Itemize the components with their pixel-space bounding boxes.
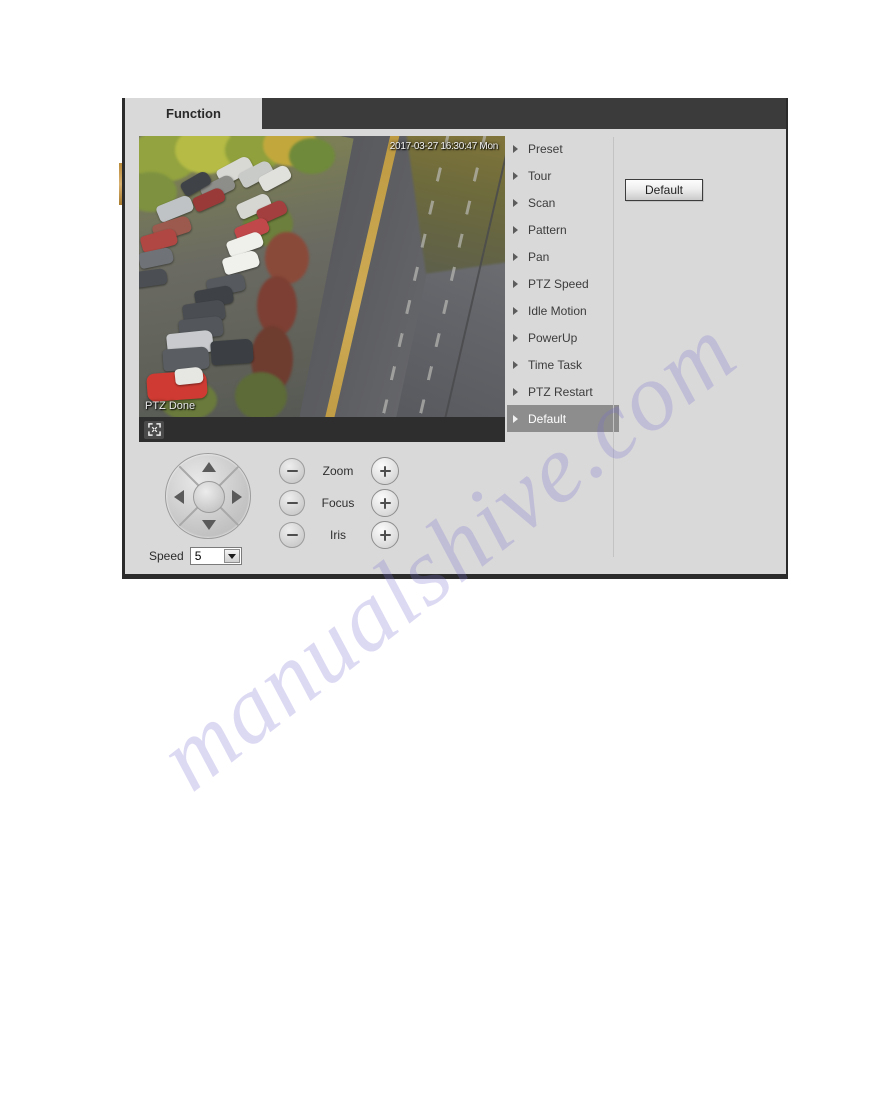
ptz-left-arrow-icon[interactable] (174, 490, 184, 504)
focus-label: Focus (321, 496, 355, 510)
vertical-divider (613, 137, 614, 557)
menu-item-ptz-speed[interactable]: PTZ Speed (507, 270, 613, 297)
fullscreen-icon[interactable] (144, 420, 164, 439)
menu-item-scan[interactable]: Scan (507, 189, 613, 216)
ptz-control-zone: Speed 5 Zoom Focus Iris (139, 451, 559, 565)
menu-item-tour[interactable]: Tour (507, 162, 613, 189)
menu-item-label: Scan (528, 195, 556, 210)
zoom-minus-button[interactable] (279, 458, 305, 484)
chevron-right-icon (513, 333, 518, 342)
menu-item-preset[interactable]: Preset (507, 135, 613, 162)
chevron-right-icon (513, 387, 518, 396)
video-preview[interactable]: 2017-03-27 16:30:47 Mon PTZ Done (139, 136, 505, 417)
menu-item-label: Time Task (528, 357, 583, 372)
video-scene: 2017-03-27 16:30:47 Mon PTZ Done (139, 136, 505, 417)
function-menu: Preset Tour Scan Pattern Pan PTZ Speed I… (507, 135, 619, 432)
menu-item-ptz-restart[interactable]: PTZ Restart (507, 378, 613, 405)
chevron-right-icon (513, 414, 518, 423)
menu-item-powerup[interactable]: PowerUp (507, 324, 613, 351)
video-timestamp: 2017-03-27 16:30:47 Mon (389, 141, 499, 152)
chevron-right-icon (513, 225, 518, 234)
menu-item-label: Tour (528, 168, 552, 183)
ptz-right-arrow-icon[interactable] (232, 490, 242, 504)
menu-item-time-task[interactable]: Time Task (507, 351, 613, 378)
menu-item-label: PTZ Speed (528, 276, 589, 291)
zoom-row: Zoom (279, 455, 399, 487)
focus-row: Focus (279, 487, 399, 519)
chevron-right-icon (513, 252, 518, 261)
speed-control: Speed 5 (149, 547, 242, 565)
menu-item-label: Pattern (528, 222, 567, 237)
chevron-right-icon (513, 144, 518, 153)
video-toolbar (139, 417, 505, 442)
chevron-right-icon (513, 279, 518, 288)
chevron-down-icon[interactable] (223, 549, 240, 563)
menu-item-label: Pan (528, 249, 550, 264)
ptz-status-overlay: PTZ Done (145, 400, 196, 412)
chevron-right-icon (513, 171, 518, 180)
speed-select[interactable]: 5 (189, 547, 242, 565)
chevron-right-icon (513, 306, 518, 315)
menu-item-label: PowerUp (528, 330, 578, 345)
speed-label: Speed (149, 549, 184, 563)
menu-item-default[interactable]: Default (507, 405, 619, 432)
zoom-label: Zoom (322, 464, 354, 478)
focus-minus-button[interactable] (279, 490, 305, 516)
menu-item-label: PTZ Restart (528, 384, 593, 399)
iris-minus-button[interactable] (279, 522, 305, 548)
menu-item-pan[interactable]: Pan (507, 243, 613, 270)
iris-plus-button[interactable] (371, 521, 399, 549)
ptz-up-arrow-icon[interactable] (202, 462, 216, 472)
menu-item-label: Default (528, 411, 567, 426)
ptz-configuration-window: Function 2017-03-27 16:30:47 Mon PTZ Don… (122, 98, 788, 579)
window-body: 2017-03-27 16:30:47 Mon PTZ Done Speed 5… (125, 129, 786, 574)
menu-item-pattern[interactable]: Pattern (507, 216, 613, 243)
menu-item-label: Idle Motion (528, 303, 587, 318)
lens-adjust-group: Zoom Focus Iris (279, 455, 399, 551)
default-button[interactable]: Default (625, 179, 703, 201)
ptz-direction-pad[interactable] (165, 453, 251, 539)
speed-value: 5 (194, 549, 202, 563)
ptz-center-button[interactable] (193, 481, 225, 513)
menu-item-idle-motion[interactable]: Idle Motion (507, 297, 613, 324)
zoom-plus-button[interactable] (371, 457, 399, 485)
iris-label: Iris (330, 528, 346, 542)
page-root: manualshive.com Function 2017-03-27 16:3… (0, 0, 893, 1106)
iris-row: Iris (279, 519, 399, 551)
focus-plus-button[interactable] (371, 489, 399, 517)
chevron-right-icon (513, 360, 518, 369)
chevron-right-icon (513, 198, 518, 207)
menu-item-label: Preset (528, 141, 563, 156)
tab-function[interactable]: Function (125, 98, 262, 129)
ptz-down-arrow-icon[interactable] (202, 520, 216, 530)
tab-bar: Function (125, 98, 786, 129)
